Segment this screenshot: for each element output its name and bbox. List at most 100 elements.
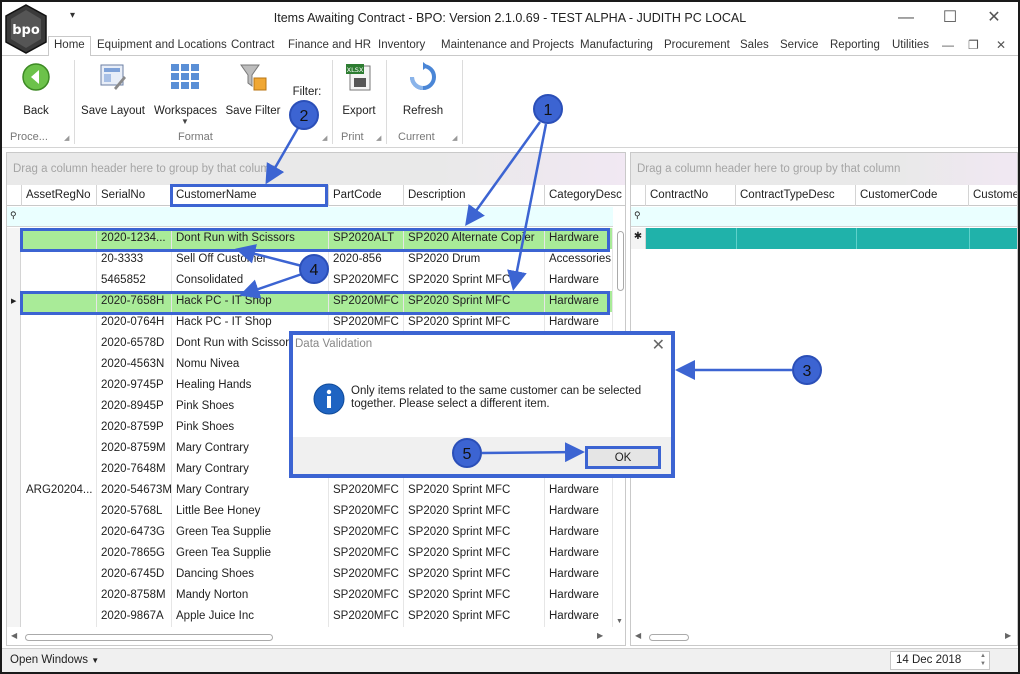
table-cell[interactable] [22, 417, 97, 438]
table-cell[interactable] [22, 312, 97, 333]
row-indicator[interactable] [7, 459, 21, 480]
table-cell[interactable]: 2020-856 [329, 249, 404, 270]
open-windows-button[interactable]: Open Windows ▼ [10, 654, 99, 666]
table-cell[interactable]: 20-3333 [97, 249, 172, 270]
table-cell[interactable] [22, 438, 97, 459]
table-cell[interactable]: 2020-6473G [97, 522, 172, 543]
row-indicator[interactable] [7, 543, 21, 564]
table-cell[interactable]: SP2020MFC [329, 564, 404, 585]
table-cell[interactable]: SP2020 Sprint MFC [404, 312, 545, 333]
table-cell[interactable] [22, 270, 97, 291]
auto-filter-row[interactable]: ⚲ [631, 207, 1017, 227]
col-header-partcode[interactable]: PartCode [329, 185, 404, 206]
table-row[interactable]: 2020-6745D Dancing Shoes SP2020MFC SP2020 S… [7, 564, 613, 585]
tab-finance-and-hr[interactable]: Finance and HR [288, 39, 371, 51]
mdi-restore-button[interactable]: ❐ [968, 38, 979, 52]
table-cell[interactable]: Hardware [545, 606, 613, 627]
table-cell[interactable]: SP2020MFC [329, 522, 404, 543]
table-cell[interactable]: SP2020MFC [329, 501, 404, 522]
row-indicator[interactable] [7, 417, 21, 438]
table-cell[interactable] [22, 564, 97, 585]
col-header-categorydesc[interactable]: CategoryDesc [545, 185, 625, 206]
col-header-contractno[interactable]: ContractNo [646, 185, 736, 206]
save-filter-button[interactable]: Save Filter [224, 62, 282, 117]
auto-filter-row[interactable]: ⚲ [7, 207, 613, 227]
table-cell[interactable]: Green Tea Supplie [172, 543, 329, 564]
mdi-close-button[interactable]: ✕ [996, 38, 1006, 52]
row-indicator[interactable] [7, 585, 21, 606]
table-cell[interactable]: 2020-8759P [97, 417, 172, 438]
tab-service[interactable]: Service [780, 39, 818, 51]
table-cell[interactable]: Accessories [545, 249, 613, 270]
table-cell[interactable]: SP2020 Sprint MFC [404, 543, 545, 564]
table-cell[interactable] [22, 354, 97, 375]
table-cell[interactable]: 5465852 [97, 270, 172, 291]
table-cell[interactable]: 2020-8759M [97, 438, 172, 459]
date-field[interactable]: 14 Dec 2018 ▲ ▼ [890, 651, 990, 670]
table-cell[interactable] [22, 585, 97, 606]
table-cell[interactable] [22, 375, 97, 396]
horizontal-scrollbar[interactable]: ◀ ▶ [7, 629, 613, 645]
row-indicator[interactable] [7, 501, 21, 522]
table-row[interactable]: 2020-8758M Mandy Norton SP2020MFC SP2020 Sp… [7, 585, 613, 606]
back-button[interactable]: Back [16, 62, 56, 117]
row-indicator[interactable]: ▶ [7, 291, 21, 312]
tab-home[interactable]: Home [48, 36, 91, 57]
table-cell[interactable]: SP2020 Drum [404, 249, 545, 270]
table-cell[interactable]: SP2020 Sprint MFC [404, 585, 545, 606]
table-cell[interactable]: Mandy Norton [172, 585, 329, 606]
table-cell[interactable]: Hardware [545, 312, 613, 333]
horizontal-scroll-thumb[interactable] [25, 634, 273, 641]
group-expander-icon[interactable]: ◢ [452, 134, 457, 142]
row-indicator[interactable] [7, 606, 21, 627]
col-header-description[interactable]: Description [404, 185, 545, 206]
table-cell[interactable]: SP2020MFC [329, 270, 404, 291]
row-indicator[interactable] [7, 438, 21, 459]
table-row[interactable]: ARG20204... 2020-54673M Mary Contrary SP202… [7, 480, 613, 501]
tab-reporting[interactable]: Reporting [830, 39, 880, 51]
date-spinner-icon[interactable]: ▲ ▼ [980, 652, 986, 668]
horizontal-scrollbar[interactable]: ◀ ▶ [631, 629, 1017, 645]
table-cell[interactable]: 2020-6578D [97, 333, 172, 354]
table-cell[interactable] [22, 501, 97, 522]
close-button[interactable]: ✕ [976, 6, 1012, 30]
table-cell[interactable]: 2020-54673M [97, 480, 172, 501]
group-expander-icon[interactable]: ◢ [64, 134, 69, 142]
row-indicator[interactable] [7, 396, 21, 417]
table-cell[interactable] [22, 606, 97, 627]
table-cell[interactable]: SP2020 Sprint MFC [404, 270, 545, 291]
row-indicator[interactable] [7, 354, 21, 375]
table-cell[interactable]: ARG20204... [22, 480, 97, 501]
table-cell[interactable]: SP2020 Sprint MFC [404, 606, 545, 627]
row-indicator[interactable] [7, 522, 21, 543]
tab-inventory[interactable]: Inventory [378, 39, 425, 51]
minimize-button[interactable]: — [888, 6, 924, 30]
mdi-minimize-button[interactable]: — [942, 38, 954, 52]
col-header-serialno[interactable]: SerialNo [97, 185, 172, 206]
tab-sales[interactable]: Sales [740, 39, 769, 51]
row-indicator[interactable] [7, 480, 21, 501]
table-cell[interactable] [22, 333, 97, 354]
export-button[interactable]: XLSX Export [338, 62, 380, 117]
tab-procurement[interactable]: Procurement [664, 39, 730, 51]
table-cell[interactable] [22, 543, 97, 564]
table-cell[interactable]: SP2020 Sprint MFC [404, 501, 545, 522]
table-cell[interactable]: 2020-9867A [97, 606, 172, 627]
table-cell[interactable] [22, 459, 97, 480]
dialog-close-button[interactable]: ✕ [652, 335, 665, 355]
table-row[interactable]: 2020-7865G Green Tea Supplie SP2020MFC SP20… [7, 543, 613, 564]
row-indicator[interactable] [7, 312, 21, 333]
table-cell[interactable] [22, 522, 97, 543]
table-row[interactable]: 2020-6473G Green Tea Supplie SP2020MFC SP20… [7, 522, 613, 543]
table-cell[interactable]: Apple Juice Inc [172, 606, 329, 627]
table-cell[interactable]: SP2020 Sprint MFC [404, 522, 545, 543]
tab-contract[interactable]: Contract [231, 39, 274, 51]
col-header-assetregno[interactable]: AssetRegNo [22, 185, 97, 206]
table-cell[interactable]: Hardware [545, 270, 613, 291]
row-indicator[interactable] [7, 375, 21, 396]
table-cell[interactable]: Hardware [545, 522, 613, 543]
table-row[interactable]: 2020-0764H Hack PC - IT Shop SP2020MFC SP20… [7, 312, 613, 333]
table-cell[interactable]: Hardware [545, 585, 613, 606]
table-cell[interactable]: SP2020MFC [329, 543, 404, 564]
table-cell[interactable]: 2020-8758M [97, 585, 172, 606]
